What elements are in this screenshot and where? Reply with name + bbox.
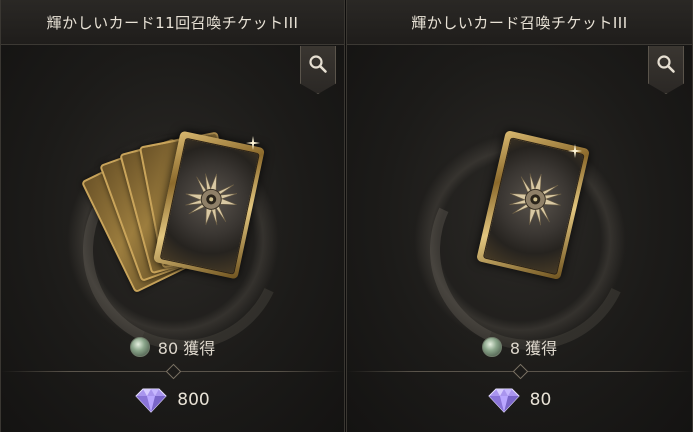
product-card-single[interactable]: 輝かしいカード召喚チケットIII 8 獲得 80	[346, 0, 693, 432]
price-row[interactable]: 80	[347, 385, 692, 415]
product-title-bar: 輝かしいカード召喚チケットIII	[347, 0, 692, 45]
price-value: 800	[177, 390, 210, 410]
sun-emblem-icon	[509, 173, 562, 226]
sun-emblem-icon	[185, 173, 238, 225]
price-row[interactable]: 800	[1, 385, 344, 415]
product-title: 輝かしいカード召喚チケットIII	[411, 13, 628, 32]
green-orb-icon	[129, 337, 150, 357]
quantity-text: 80 獲得	[157, 339, 216, 358]
search-icon	[657, 55, 675, 73]
product-card-11x[interactable]: 輝かしいカード11回召喚チケットIII 80 獲得 800	[0, 0, 345, 432]
product-title-bar: 輝かしいカード11回召喚チケットIII	[1, 0, 344, 45]
inspect-button[interactable]	[648, 46, 684, 94]
divider-ornament	[165, 363, 181, 380]
reward-quantity: 8 獲得	[347, 334, 692, 360]
crystal-diamond-icon	[487, 388, 520, 413]
search-icon	[309, 55, 327, 73]
price-value: 80	[529, 390, 552, 410]
green-orb-icon	[481, 337, 502, 357]
ticket-stack-image	[80, 130, 276, 294]
crystal-diamond-icon	[135, 388, 167, 413]
ticket-image	[472, 128, 592, 288]
sparkle-icon	[568, 144, 582, 158]
divider-ornament	[512, 363, 528, 380]
sparkle-icon	[246, 136, 260, 150]
inspect-button[interactable]	[300, 46, 336, 94]
reward-quantity: 80 獲得	[1, 334, 344, 360]
quantity-text: 8 獲得	[509, 339, 558, 358]
product-title: 輝かしいカード11回召喚チケットIII	[46, 13, 299, 32]
